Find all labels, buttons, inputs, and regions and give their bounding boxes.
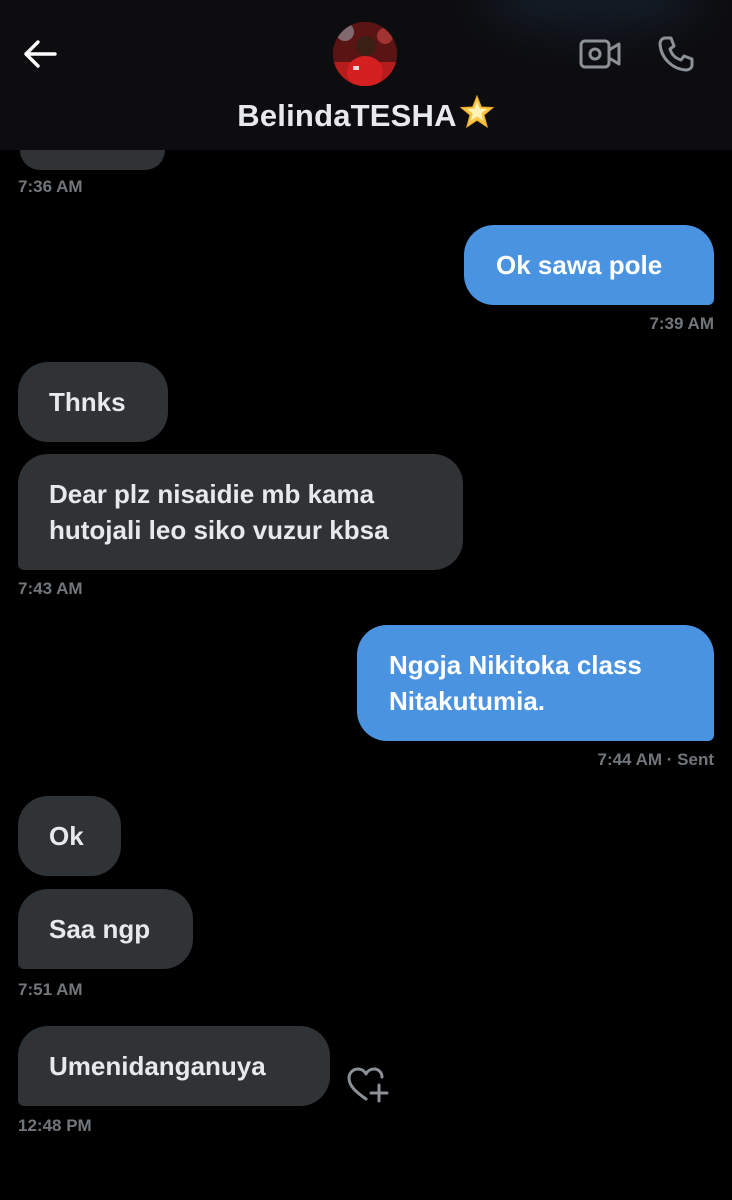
message-text-line: Ngoja Nikitoka class — [389, 650, 642, 680]
received-message-bubble[interactable]: Ok — [18, 796, 121, 876]
video-call-button[interactable] — [578, 34, 622, 74]
message-text: Thnks — [49, 387, 126, 417]
contact-name[interactable]: BelindaTESHA — [0, 94, 732, 138]
contact-name-text: BelindaTESHA — [237, 98, 457, 133]
add-reaction-button[interactable] — [346, 1065, 390, 1105]
header-glow — [482, 0, 702, 30]
back-button[interactable] — [18, 32, 62, 76]
message-text: Ok sawa pole — [496, 250, 663, 280]
sent-message-bubble[interactable]: Ngoja Nikitoka class Nitakutumia. — [357, 625, 714, 741]
message-text-line: hutojali leo siko vuzur kbsa — [49, 515, 389, 545]
sent-message-bubble[interactable]: Ok sawa pole — [464, 225, 714, 305]
message-text: Umenidanganuya — [49, 1051, 266, 1081]
message-timestamp: 7:36 AM — [18, 177, 83, 196]
message-timestamp: 12:48 PM — [18, 1116, 92, 1135]
received-message-bubble[interactable]: Dear plz nisaidie mb kama hutojali leo s… — [18, 454, 463, 570]
glowing-star-icon — [459, 94, 495, 138]
message-text-line: Nitakutumia. — [389, 686, 546, 716]
message-text: Ok — [49, 821, 84, 851]
voice-call-button[interactable] — [654, 32, 698, 76]
conversation-header: BelindaTESHA — [0, 0, 732, 150]
avatar[interactable] — [333, 22, 397, 86]
received-message-bubble[interactable]: Thnks — [18, 362, 168, 442]
message-timestamp-status: 7:44 AM · Sent — [597, 750, 714, 769]
profile-photo — [333, 22, 397, 86]
phone-icon — [658, 36, 694, 72]
received-message-bubble-clipped[interactable] — [20, 150, 165, 170]
message-timestamp: 7:43 AM — [18, 579, 83, 598]
message-text-line: Dear plz nisaidie mb kama — [49, 479, 375, 509]
received-message-bubble[interactable]: Saa ngp — [18, 889, 193, 969]
message-timestamp: 7:51 AM — [18, 980, 83, 999]
received-message-bubble[interactable]: Umenidanganuya — [18, 1026, 330, 1106]
message-timestamp: 7:39 AM — [649, 314, 714, 333]
video-camera-icon — [579, 39, 621, 69]
arrow-left-icon — [24, 40, 57, 68]
chat-screen: BelindaTESHA 7:36 AM Ok sawa pole 7:39 A… — [0, 0, 732, 1200]
heart-plus-icon — [347, 1067, 389, 1103]
message-text: Saa ngp — [49, 914, 151, 944]
